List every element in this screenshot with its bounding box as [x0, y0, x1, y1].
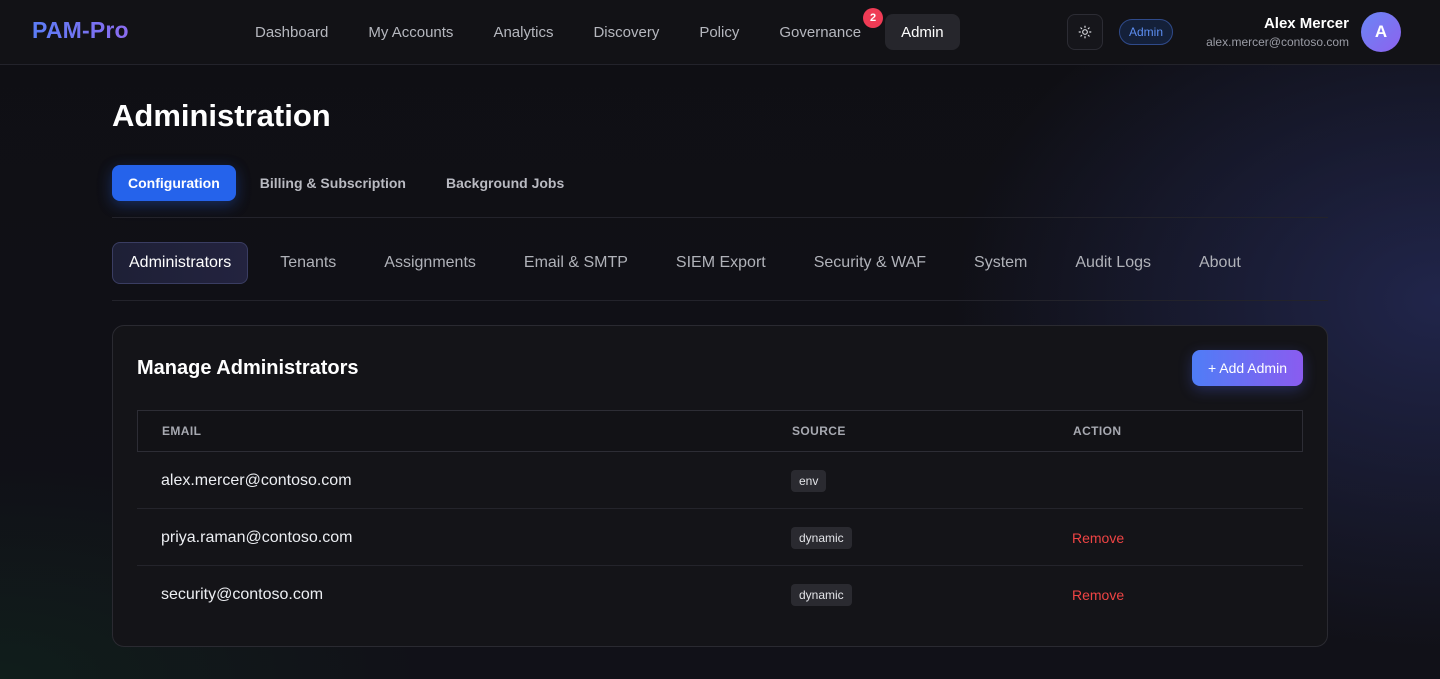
tab-siem-export[interactable]: SIEM Export: [660, 242, 782, 284]
page-title: Administration: [112, 98, 331, 133]
source-cell: dynamic: [791, 566, 852, 623]
nav-policy[interactable]: Policy: [679, 14, 759, 50]
sun-icon: [1078, 25, 1092, 39]
table-row: security@contoso.com dynamic Remove: [137, 566, 1303, 623]
theme-toggle-button[interactable]: [1067, 14, 1103, 50]
column-header-email: EMAIL: [162, 424, 202, 438]
tab-billing-subscription[interactable]: Billing & Subscription: [244, 165, 422, 201]
remove-admin-button[interactable]: Remove: [1072, 530, 1124, 546]
tab-system[interactable]: System: [958, 242, 1043, 284]
app-logo[interactable]: PAM-Pro: [32, 17, 129, 44]
user-name: Alex Mercer: [1263, 15, 1349, 32]
action-cell: Remove: [1072, 509, 1124, 566]
secondary-tabs: Administrators Tenants Assignments Email…: [112, 242, 1273, 284]
primary-tabs: Configuration Billing & Subscription Bac…: [112, 165, 588, 201]
tab-security-waf[interactable]: Security & WAF: [798, 242, 942, 284]
table-header: EMAIL SOURCE ACTION: [137, 410, 1303, 452]
section-divider: [112, 217, 1328, 218]
nav-analytics[interactable]: Analytics: [473, 14, 573, 50]
source-cell: env: [791, 452, 827, 509]
remove-admin-button[interactable]: Remove: [1072, 587, 1124, 603]
tab-assignments[interactable]: Assignments: [368, 242, 492, 284]
tab-about[interactable]: About: [1183, 242, 1257, 284]
nav-admin[interactable]: Admin: [885, 14, 960, 50]
user-avatar[interactable]: A: [1361, 12, 1401, 52]
user-email: alex.mercer@contoso.com: [1206, 35, 1349, 49]
tab-configuration[interactable]: Configuration: [112, 165, 236, 201]
tab-background-jobs[interactable]: Background Jobs: [430, 165, 580, 201]
nav-my-accounts[interactable]: My Accounts: [348, 14, 473, 50]
table-row: alex.mercer@contoso.com env: [137, 452, 1303, 509]
nav-governance[interactable]: Governance 2: [759, 8, 884, 50]
column-header-action: ACTION: [1073, 424, 1122, 438]
nav-label: Admin: [901, 23, 944, 41]
nav-label: Governance: [779, 23, 862, 41]
main-nav: Dashboard My Accounts Analytics Discover…: [235, 8, 960, 50]
nav-label: Discovery: [593, 23, 660, 41]
administrators-table: EMAIL SOURCE ACTION alex.mercer@contoso.…: [137, 410, 1303, 623]
tab-tenants[interactable]: Tenants: [264, 242, 352, 284]
nav-label: Dashboard: [255, 23, 329, 41]
nav-label: My Accounts: [368, 23, 454, 41]
source-badge: dynamic: [791, 526, 852, 549]
tab-audit-logs[interactable]: Audit Logs: [1059, 242, 1167, 284]
section-divider: [112, 300, 1328, 301]
manage-administrators-card: Manage Administrators + Add Admin EMAIL …: [112, 325, 1328, 647]
nav-label: Analytics: [493, 23, 554, 41]
nav-discovery[interactable]: Discovery: [573, 14, 679, 50]
role-badge: Admin: [1119, 19, 1174, 45]
tab-administrators[interactable]: Administrators: [112, 242, 249, 284]
source-badge: dynamic: [791, 583, 852, 606]
admin-email: alex.mercer@contoso.com: [161, 471, 352, 489]
admin-email: security@contoso.com: [161, 585, 324, 603]
admin-email: priya.raman@contoso.com: [161, 528, 353, 546]
column-header-source: SOURCE: [792, 424, 846, 438]
source-cell: dynamic: [791, 509, 852, 566]
nav-dashboard[interactable]: Dashboard: [235, 14, 348, 50]
notification-badge: 2: [863, 8, 884, 28]
table-row: priya.raman@contoso.com dynamic Remove: [137, 509, 1303, 566]
card-title: Manage Administrators: [137, 357, 359, 379]
add-admin-button[interactable]: + Add Admin: [1191, 350, 1303, 386]
source-badge: env: [791, 469, 827, 492]
action-cell: Remove: [1072, 566, 1124, 623]
top-navigation-bar: PAM-Pro Dashboard My Accounts Analytics …: [0, 0, 1440, 65]
user-info: Alex Mercer alex.mercer@contoso.com: [1206, 15, 1349, 51]
nav-label: Policy: [699, 23, 740, 41]
tab-email-smtp[interactable]: Email & SMTP: [508, 242, 644, 284]
